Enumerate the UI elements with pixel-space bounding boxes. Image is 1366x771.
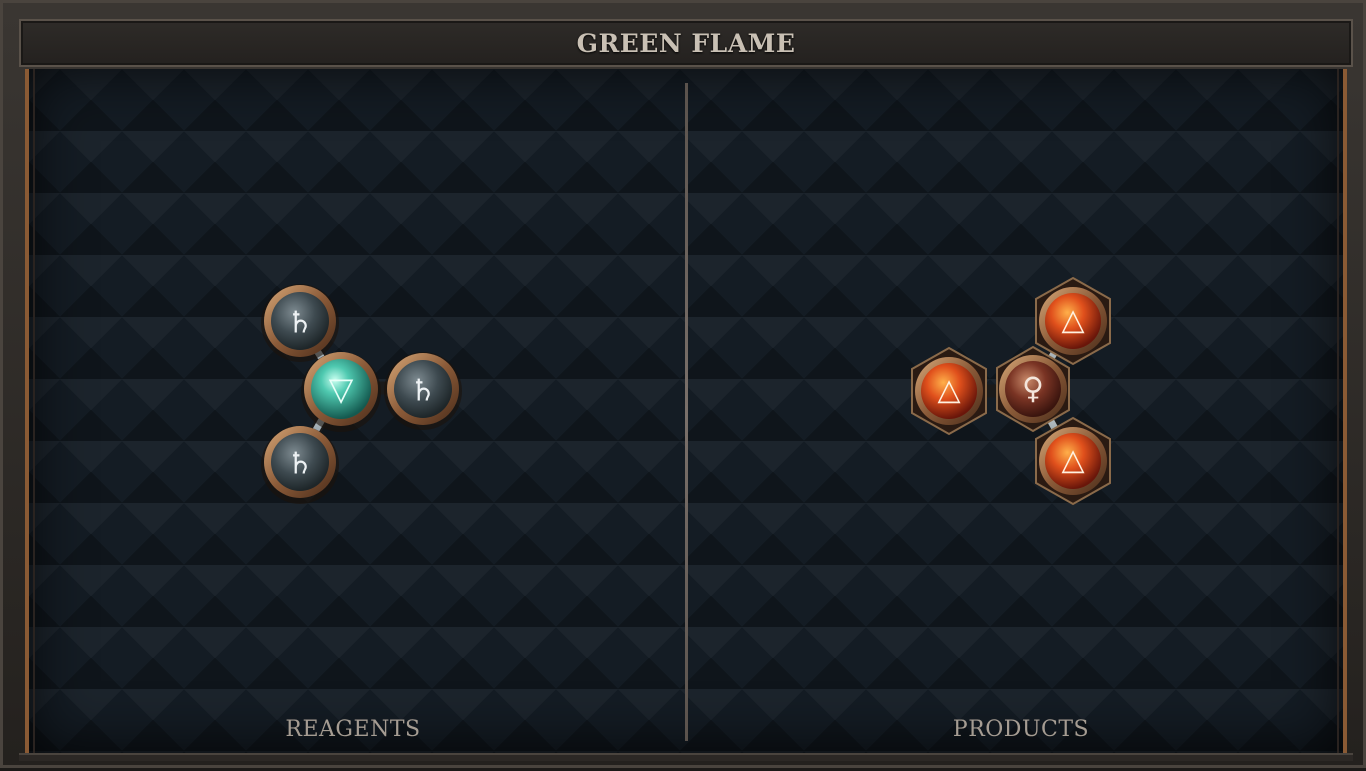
molecules-layer: ♄ ♄ ♄ ▽ △ △ △ ♀ [261, 276, 1111, 506]
products-molecule[interactable]: △ △ △ ♀ [911, 276, 1111, 506]
atom-fire-top[interactable]: △ [1035, 276, 1111, 366]
game-frame: GREEN FLAME ♄ ♄ ♄ ▽ △ △ △ ♀ REAGENTS PRO… [0, 0, 1366, 768]
salt-icon: ♄ [410, 374, 437, 409]
salt-icon: ♄ [287, 306, 314, 341]
copper-icon: ♀ [1022, 372, 1044, 407]
atom-salt-bottom[interactable]: ♄ [261, 426, 339, 504]
reagents-molecule[interactable]: ♄ ♄ ♄ ▽ [261, 284, 462, 504]
products-label: PRODUCTS [952, 717, 1090, 742]
atom-fire-bottom[interactable]: △ [1035, 416, 1111, 506]
fire-icon: △ [1061, 303, 1084, 338]
water-icon: ▽ [329, 370, 354, 408]
fire-icon: △ [937, 373, 960, 408]
atom-copper-center[interactable]: ♀ [996, 345, 1070, 433]
atom-water-center[interactable]: ▽ [301, 352, 381, 432]
atom-fire-left[interactable]: △ [911, 346, 987, 436]
salt-icon: ♄ [287, 447, 314, 482]
reagents-label: REAGENTS [285, 717, 421, 742]
fire-icon: △ [1061, 443, 1084, 478]
atom-salt-top[interactable]: ♄ [261, 284, 339, 362]
atom-salt-right[interactable]: ♄ [384, 352, 462, 430]
